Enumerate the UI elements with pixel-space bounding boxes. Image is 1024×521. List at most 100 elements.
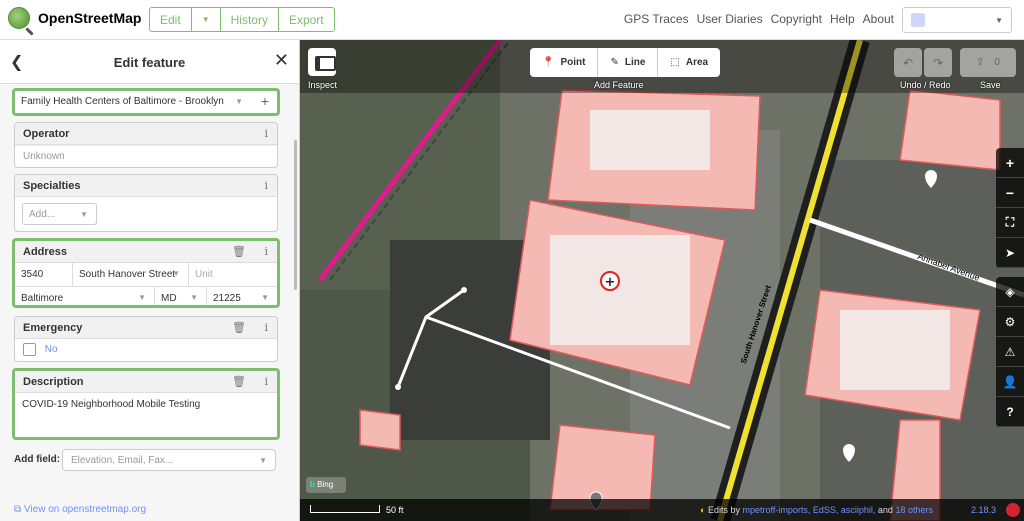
link-user-diaries[interactable]: User Diaries	[697, 12, 763, 26]
user-menu[interactable]: ▼	[902, 7, 1012, 33]
editor-links[interactable]: mpetroff-imports, EdSS, asciiphil,	[742, 505, 875, 515]
sidebar: ❮ Edit feature ✕ Family Health Centers o…	[0, 40, 300, 521]
map-imagery: +	[300, 40, 1024, 521]
undo-icon: ↶	[902, 55, 914, 70]
close-icon[interactable]: ✕	[274, 50, 289, 71]
add-line-label: Line	[624, 57, 646, 68]
info-icon[interactable]: i	[264, 321, 268, 334]
building	[549, 424, 656, 511]
zoom-to-selection-icon[interactable]: ⛶	[996, 208, 1024, 238]
state-input[interactable]: MD ▼	[155, 287, 207, 305]
building	[359, 409, 401, 451]
link-about[interactable]: About	[863, 12, 894, 26]
layers-icon[interactable]: ◈	[996, 277, 1024, 307]
chevron-down-icon: ▼	[138, 293, 146, 302]
street-input[interactable]: South Hanover Street ▼	[73, 263, 189, 286]
map-canvas[interactable]: + South Hanover Street Annabel Avenue In…	[300, 40, 1024, 521]
address-row-2: Baltimore ▼ MD ▼ 21225 ▼	[15, 287, 277, 305]
inspect-button[interactable]	[308, 48, 336, 76]
background-icon: ◐	[700, 505, 706, 515]
field-label: Operator i	[15, 123, 277, 145]
save-button[interactable]: ⇪ 0	[960, 48, 1016, 77]
street-value: South Hanover Street	[79, 269, 176, 280]
field-label: Description 🗑 i	[15, 371, 277, 393]
sidebar-title: Edit feature	[113, 55, 186, 70]
edits-mid: and	[877, 505, 893, 515]
specialties-field: Specialties i Add... ▼	[14, 174, 278, 232]
emergency-field: Emergency 🗑 i No	[14, 316, 278, 362]
link-copyright[interactable]: Copyright	[771, 12, 822, 26]
version-link[interactable]: 2.18.3	[971, 505, 996, 515]
edit-button-group: Edit ▼ History Export	[149, 7, 335, 32]
trash-icon[interactable]: 🗑	[232, 321, 246, 334]
name-input[interactable]: Family Health Centers of Baltimore - Bro…	[15, 91, 277, 113]
issues-icon[interactable]: ⚠	[996, 337, 1024, 367]
zoom-in-icon[interactable]: +	[996, 148, 1024, 178]
undo-button[interactable]: ↶	[894, 48, 922, 77]
field-label: Address 🗑 i	[15, 241, 277, 263]
description-textarea[interactable]: COVID-19 Neighborhood Mobile Testing	[15, 393, 277, 437]
add-line-button[interactable]: ✎ Line	[598, 48, 659, 77]
chevron-down-icon: ▼	[235, 97, 243, 106]
chevron-down-icon: ▼	[190, 293, 198, 302]
map-controls: + − ⛶ ➤	[996, 148, 1024, 268]
emergency-label: Emergency	[23, 322, 83, 334]
osm-logo[interactable]: OpenStreetMap	[8, 7, 141, 29]
point-icon: 📍	[542, 57, 555, 68]
save-label: Save	[980, 80, 1001, 90]
housenumber-input[interactable]: 3540	[15, 263, 73, 286]
operator-label: Operator	[23, 128, 70, 140]
external-link-icon: ⧉	[14, 504, 22, 515]
postcode-input[interactable]: 21225 ▼	[207, 287, 277, 305]
help-icon[interactable]: ?	[996, 397, 1024, 427]
zoom-out-icon[interactable]: −	[996, 178, 1024, 208]
view-on-osm-link[interactable]: ⧉ View on openstreetmap.org	[14, 504, 146, 515]
bing-logo: b Bing	[306, 477, 346, 493]
edits-prefix: Edits by	[707, 505, 740, 515]
add-field-input[interactable]: Elevation, Email, Fax... ▼	[62, 449, 276, 471]
scale-bar	[310, 505, 380, 513]
edit-button[interactable]: Edit	[150, 8, 192, 31]
others-link[interactable]: 18 others	[895, 505, 933, 515]
history-button[interactable]: History	[221, 8, 279, 31]
geolocate-icon[interactable]: ➤	[996, 238, 1024, 268]
add-icon[interactable]: +	[261, 93, 269, 109]
link-help[interactable]: Help	[830, 12, 855, 26]
postcode-value: 21225	[213, 293, 241, 304]
redo-icon: ↷	[932, 55, 944, 70]
map-data-icon[interactable]: ⚙	[996, 307, 1024, 337]
specialties-placeholder: Add...	[29, 209, 56, 220]
info-icon[interactable]: i	[264, 245, 268, 258]
emergency-checkbox-row[interactable]: No	[15, 339, 277, 361]
export-button[interactable]: Export	[279, 8, 334, 31]
sidebar-scrollbar[interactable]	[294, 140, 297, 290]
city-value: Baltimore	[21, 293, 64, 304]
info-icon[interactable]: i	[264, 179, 268, 192]
specialties-input[interactable]: Add... ▼	[22, 203, 97, 225]
add-feature-buttons: 📍 Point ✎ Line ⬚ Area	[530, 48, 721, 77]
preferences-icon[interactable]: 👤	[996, 367, 1024, 397]
emergency-value: No	[44, 344, 58, 356]
add-area-button[interactable]: ⬚ Area	[658, 48, 720, 77]
city-input[interactable]: Baltimore ▼	[15, 287, 155, 305]
unit-input[interactable]: Unit	[189, 263, 277, 286]
line-icon: ✎	[610, 57, 619, 68]
trash-icon[interactable]: 🗑	[232, 375, 246, 388]
operator-input[interactable]: Unknown	[15, 145, 277, 167]
link-gps-traces[interactable]: GPS Traces	[624, 12, 689, 26]
state-value: MD	[161, 293, 177, 304]
info-icon[interactable]: i	[264, 127, 268, 140]
undo-redo-group: ↶ ↷	[894, 48, 954, 77]
add-point-button[interactable]: 📍 Point	[530, 48, 599, 77]
emergency-checkbox[interactable]	[23, 343, 36, 356]
sidebar-header: ❮ Edit feature ✕	[0, 40, 299, 84]
edit-dropdown-icon[interactable]: ▼	[192, 8, 221, 31]
view-on-osm-text: View on openstreetmap.org	[23, 504, 147, 515]
trash-icon[interactable]: 🗑	[232, 245, 246, 258]
bug-report-icon[interactable]	[1006, 503, 1020, 517]
redo-button[interactable]: ↷	[924, 48, 952, 77]
field-label: Emergency 🗑 i	[15, 317, 277, 339]
name-field: Family Health Centers of Baltimore - Bro…	[12, 88, 280, 116]
undo-redo-label: Undo / Redo	[900, 80, 951, 90]
info-icon[interactable]: i	[264, 375, 268, 388]
